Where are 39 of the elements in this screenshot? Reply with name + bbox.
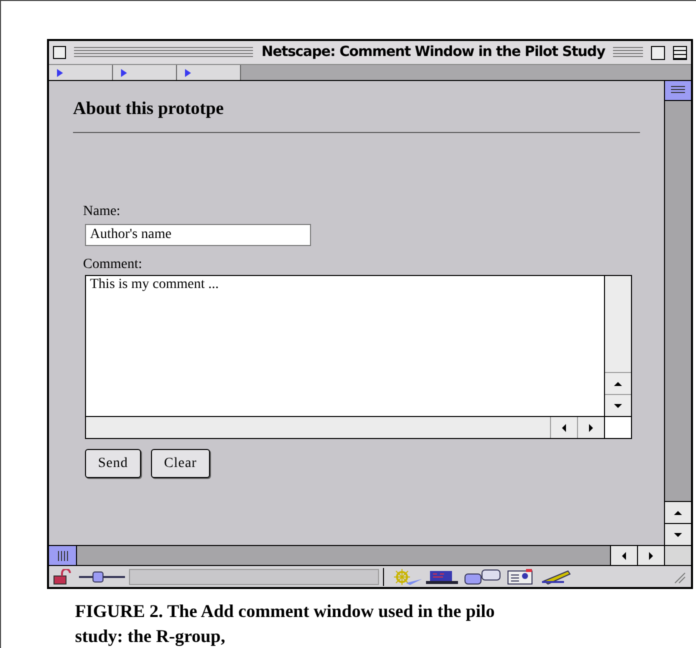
window-title: Netscape: Comment Window in the Pilot Study [261,43,605,62]
page-scrollbar[interactable] [664,81,691,545]
left-arrow-icon [620,552,628,560]
triangle-icon [121,68,127,76]
chat-bubbles-icon [464,568,502,584]
down-arrow-button[interactable] [665,523,691,545]
left-arrow-button[interactable] [610,546,637,565]
collapse-tab[interactable] [49,65,113,80]
vertical-scrollbar[interactable] [604,276,631,416]
up-arrow-icon [614,380,622,388]
comment-text-area[interactable]: This is my comment ... [85,275,632,439]
triangle-icon [185,68,191,76]
comment-field[interactable]: This is my comment ... [86,276,604,416]
horizontal-scrollbar[interactable] [86,417,604,438]
page-heading: About this prototpe [73,95,640,133]
up-arrow-icon [674,508,682,516]
name-field[interactable]: Author's name [85,224,311,246]
close-box[interactable] [53,46,66,59]
collapse-box[interactable] [673,46,687,60]
comment-label: Comment: [83,256,144,274]
figure-caption: FIGURE 2. The Add comment window used in the pilo [75,600,495,623]
scroll-thumb[interactable] [49,546,77,565]
right-arrow-icon [647,552,655,560]
down-arrow-icon [614,402,622,410]
figure-caption: study: the R-group, [75,625,226,648]
collapse-tab[interactable] [113,65,177,80]
name-label: Name: [83,203,122,221]
right-arrow-icon [587,424,595,432]
form-button[interactable]: Clear [151,449,210,478]
zoom-box[interactable] [651,46,665,60]
left-arrow-icon [560,424,568,432]
up-arrow-button[interactable] [665,501,691,523]
right-arrow-button[interactable] [637,546,664,565]
horizontal-page-scrollbar[interactable] [49,546,664,565]
form-button[interactable]: Send [85,449,141,478]
collapse-tab[interactable] [177,65,241,80]
down-arrow-icon [674,530,682,538]
triangle-icon [57,68,63,76]
scroll-thumb[interactable] [665,81,691,101]
